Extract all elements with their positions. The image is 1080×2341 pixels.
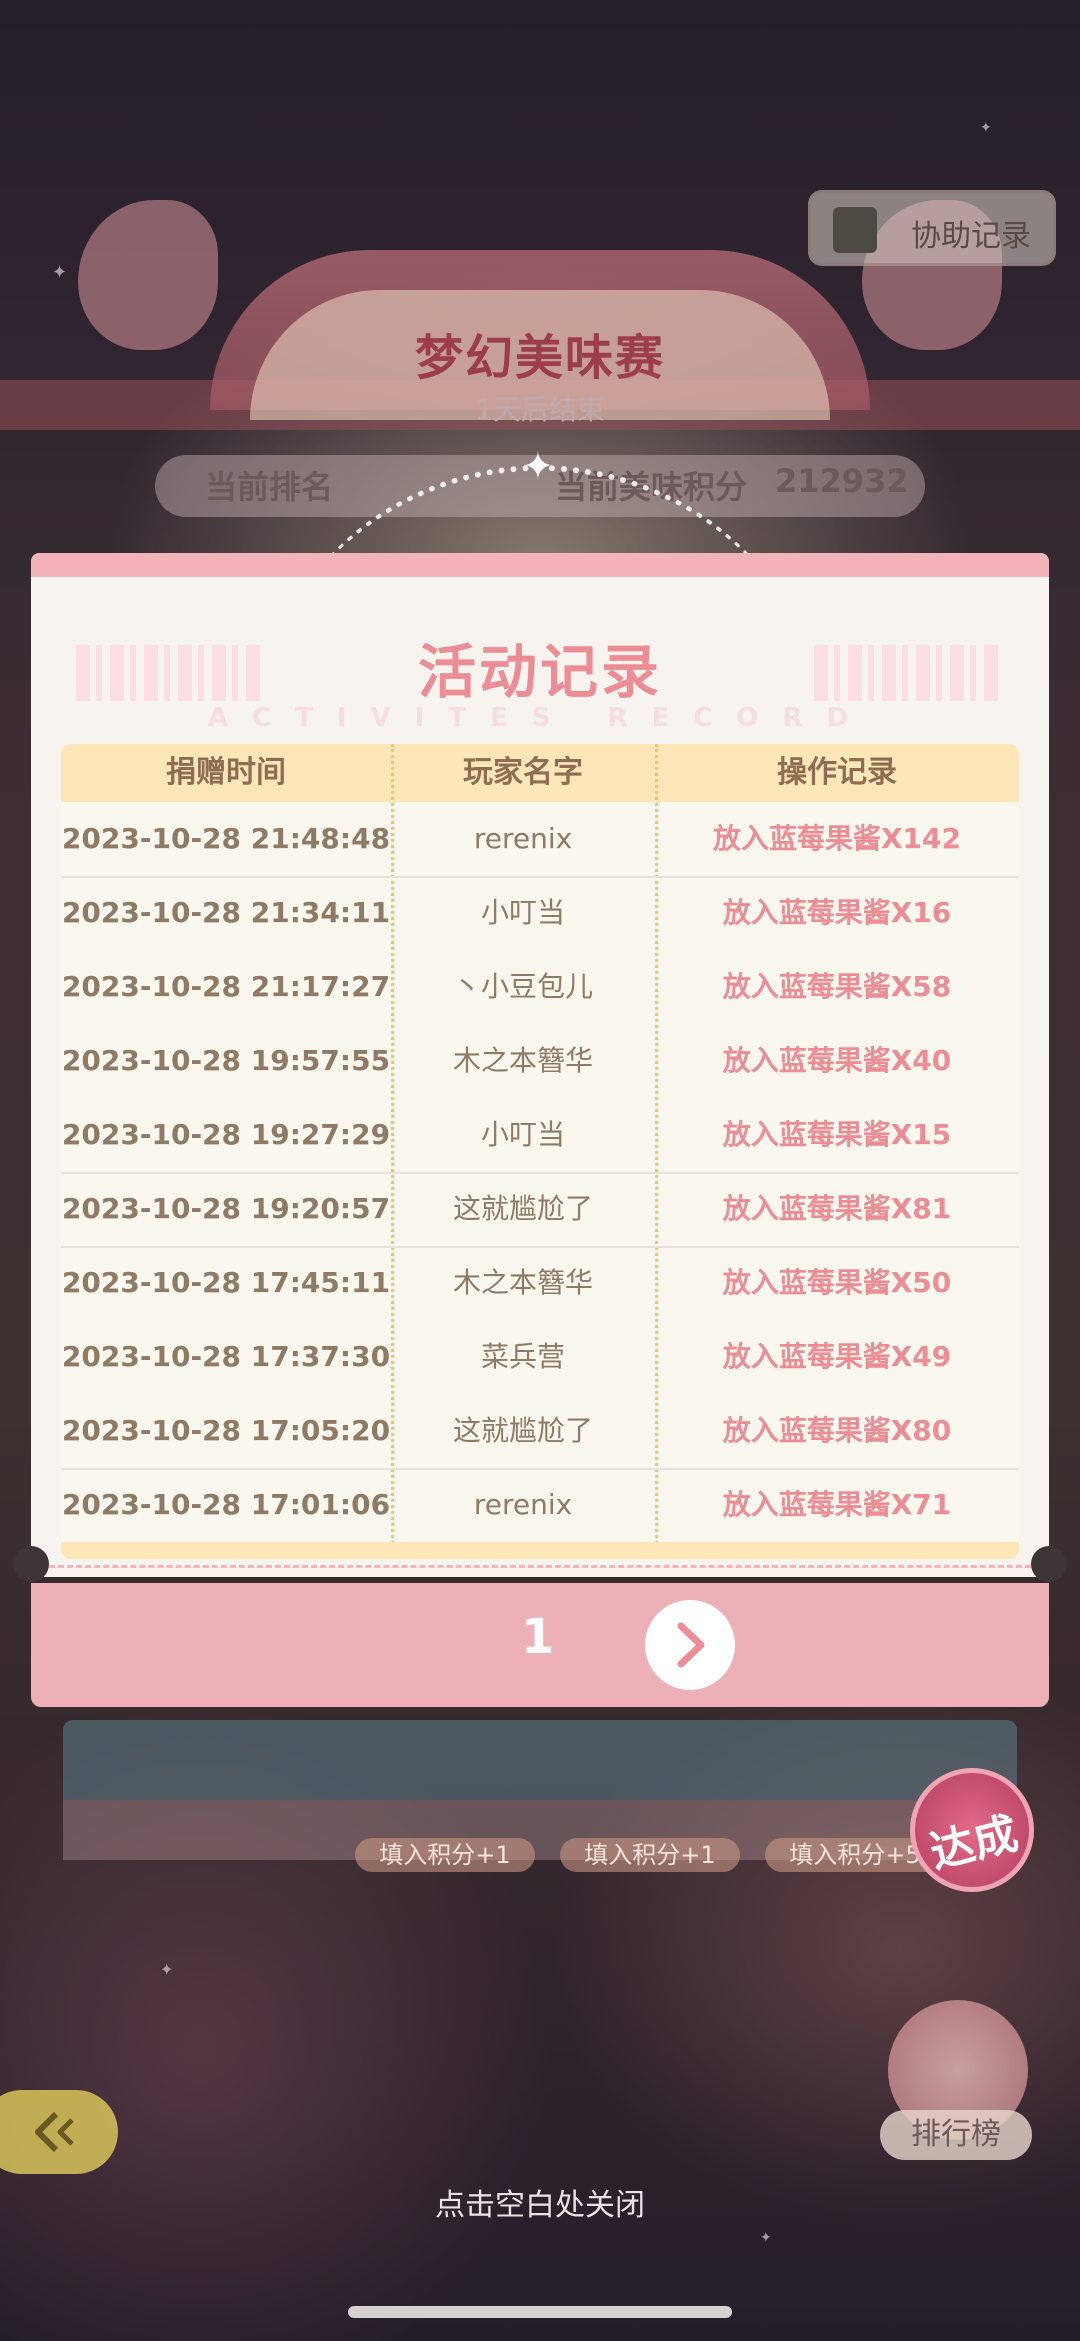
donation-time: 2023-10-28 19:20:57 xyxy=(61,1192,391,1225)
rank-label: 当前排名 xyxy=(205,468,334,506)
table-row: 2023-10-28 17:45:11 木之本簪华 放入蓝莓果酱X50 xyxy=(61,1246,1019,1320)
table-row: 2023-10-28 17:01:06 rerenix 放入蓝莓果酱X71 xyxy=(61,1468,1019,1542)
score-pill-label: 填入积分+1 xyxy=(379,1841,511,1869)
donation-time: 2023-10-28 19:27:29 xyxy=(61,1118,391,1151)
score-pill-label: 填入积分+1 xyxy=(584,1841,716,1869)
close-hint[interactable]: 点击空白处关闭 xyxy=(0,2180,1080,2224)
table-footer xyxy=(61,1542,1019,1559)
leaderboard-label[interactable]: 排行榜 xyxy=(880,2110,1032,2160)
achieved-badge-label: 达成 xyxy=(925,1807,1023,1879)
player-name: 木之本簪华 xyxy=(452,1044,593,1077)
notebook-icon xyxy=(833,207,877,253)
event-countdown: 1天后结束 xyxy=(475,393,605,426)
table-row: 2023-10-28 19:20:57 这就尴尬了 放入蓝莓果酱X81 xyxy=(61,1172,1019,1246)
player-name: 小叮当 xyxy=(480,1118,565,1151)
table-row: 2023-10-28 19:27:29 小叮当 放入蓝莓果酱X15 xyxy=(61,1098,1019,1172)
table-row: 2023-10-28 17:05:20 这就尴尬了 放入蓝莓果酱X80 xyxy=(61,1394,1019,1468)
action-record: 放入蓝莓果酱X50 xyxy=(722,1266,952,1299)
column-header-time: 捐赠时间 xyxy=(166,755,286,790)
task-panel-header xyxy=(63,1720,1017,1800)
action-record: 放入蓝莓果酱X71 xyxy=(722,1488,952,1521)
donation-time: 2023-10-28 21:17:27 xyxy=(61,970,391,1003)
back-arrow-icon xyxy=(35,2111,74,2153)
ticket-notch xyxy=(13,1546,49,1582)
table-row: 2023-10-28 21:17:27 丶小豆包儿 放入蓝莓果酱X58 xyxy=(61,950,1019,1024)
donation-time: 2023-10-28 17:05:20 xyxy=(61,1414,391,1447)
activity-record-modal: 活动记录 ACTIVITES RECORD 捐赠时间 玩家名字 操作记录 202… xyxy=(13,553,1067,1707)
modal-body: 活动记录 ACTIVITES RECORD 捐赠时间 玩家名字 操作记录 202… xyxy=(31,577,1049,1577)
score-pill: 填入积分+1 xyxy=(355,1838,535,1872)
star-icon: ✦ xyxy=(52,262,68,283)
donation-time: 2023-10-28 17:37:30 xyxy=(61,1340,391,1373)
star-icon: ✦ xyxy=(980,120,992,136)
back-button[interactable] xyxy=(0,2090,118,2174)
table-row: 2023-10-28 21:48:48 rerenix 放入蓝莓果酱X142 xyxy=(61,802,1019,876)
achieved-badge: 达成 xyxy=(910,1768,1034,1892)
pagination-bar: 1 xyxy=(31,1583,1049,1707)
player-name: 这就尴尬了 xyxy=(452,1192,593,1225)
star-icon: ✦ xyxy=(760,2230,772,2246)
player-name: 木之本簪华 xyxy=(452,1266,593,1299)
score-value: 212932 xyxy=(775,462,909,500)
player-name: rerenix xyxy=(473,822,573,855)
event-title: 梦幻美味赛 xyxy=(414,330,665,386)
page-number: 1 xyxy=(521,1609,555,1665)
home-indicator[interactable] xyxy=(348,2306,732,2318)
star-icon: ✦ xyxy=(160,1960,174,1979)
action-record: 放入蓝莓果酱X142 xyxy=(712,822,962,855)
donation-time: 2023-10-28 21:48:48 xyxy=(61,822,391,855)
next-page-button[interactable] xyxy=(645,1600,735,1690)
player-name: 这就尴尬了 xyxy=(452,1414,593,1447)
table-row: 2023-10-28 17:37:30 菜兵营 放入蓝莓果酱X49 xyxy=(61,1320,1019,1394)
donation-time: 2023-10-28 17:45:11 xyxy=(61,1266,391,1299)
action-record: 放入蓝莓果酱X15 xyxy=(722,1118,952,1151)
action-record: 放入蓝莓果酱X58 xyxy=(722,970,952,1003)
sparkle-icon: ✦ xyxy=(522,444,554,488)
table-row: 2023-10-28 19:57:55 木之本簪华 放入蓝莓果酱X40 xyxy=(61,1024,1019,1098)
table-row: 2023-10-28 21:34:11 小叮当 放入蓝莓果酱X16 xyxy=(61,876,1019,950)
ticket-notch xyxy=(1031,1546,1067,1582)
player-name: 菜兵营 xyxy=(480,1340,565,1373)
player-name: 小叮当 xyxy=(480,896,565,929)
records-table[interactable]: 捐赠时间 玩家名字 操作记录 2023-10-28 21:48:48 reren… xyxy=(61,744,1019,1559)
chevron-right-icon xyxy=(677,1622,705,1668)
donation-time: 2023-10-28 19:57:55 xyxy=(61,1044,391,1077)
action-record: 放入蓝莓果酱X40 xyxy=(722,1044,952,1077)
score-pill: 填入积分+1 xyxy=(560,1838,740,1872)
action-record: 放入蓝莓果酱X80 xyxy=(722,1414,952,1447)
modal-top-strip xyxy=(31,553,1049,577)
player-name: rerenix xyxy=(473,1488,573,1521)
assist-record-button[interactable]: 协助记录 xyxy=(808,190,1056,266)
column-header-player: 玩家名字 xyxy=(463,755,583,790)
action-record: 放入蓝莓果酱X49 xyxy=(722,1340,952,1373)
table-header: 捐赠时间 玩家名字 操作记录 xyxy=(61,744,1019,802)
action-record: 放入蓝莓果酱X81 xyxy=(722,1192,952,1225)
player-name: 丶小豆包儿 xyxy=(452,970,593,1003)
perforation-line xyxy=(31,1565,1049,1568)
modal-title: 活动记录 xyxy=(417,638,662,706)
action-record: 放入蓝莓果酱X16 xyxy=(722,896,952,929)
assist-record-label: 协助记录 xyxy=(911,219,1031,254)
donation-time: 2023-10-28 21:34:11 xyxy=(61,896,391,929)
donation-time: 2023-10-28 17:01:06 xyxy=(61,1488,391,1521)
column-header-action: 操作记录 xyxy=(777,755,897,790)
modal-subtitle: ACTIVITES RECORD xyxy=(207,703,873,733)
